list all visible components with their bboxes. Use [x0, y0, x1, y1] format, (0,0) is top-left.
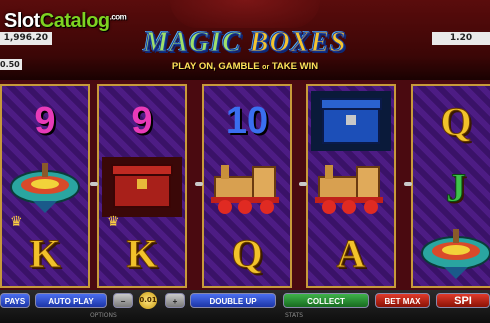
pays-button[interactable]: PAYS [0, 293, 30, 308]
reel-connector [299, 182, 307, 186]
reel-connector [90, 182, 98, 186]
tagline-part-a: PLAY ON, GAMBLE [171, 61, 260, 72]
title-boxes: BOXES [249, 27, 347, 59]
tagline-part-b: TAKE WIN [271, 61, 319, 72]
symbol-number-label: 9 [34, 99, 56, 142]
symbol-number: 10 [204, 88, 290, 154]
reel-1: 9 K ♛ [0, 84, 90, 288]
symbol-letter: A [308, 220, 394, 286]
credit-display: 1,996.20 [0, 32, 52, 45]
coin-minus-button[interactable]: − [113, 293, 133, 308]
stage-arch [170, 0, 320, 28]
reel-connector [195, 182, 203, 186]
crown-icon: ♛ [10, 214, 23, 230]
game-title: MAGIC BOXES [95, 27, 395, 59]
spinning-top-icon [10, 163, 80, 213]
bet-max-button[interactable]: BET MAX [375, 293, 430, 308]
control-bar: PAYS AUTO PLAY − 0.01 + DOUBLE UP COLLEC… [0, 290, 490, 323]
footer-labels: OPTIONS STATS [0, 312, 490, 322]
symbol-letter-label: Q [231, 230, 263, 276]
tagline: PLAY ON, GAMBLE or TAKE WIN [0, 61, 490, 72]
symbol-letter-label: K [29, 230, 61, 276]
options-link[interactable]: OPTIONS [90, 312, 117, 319]
tagline-or: or [262, 64, 270, 71]
symbol-letter: K ♛ [2, 214, 88, 286]
watermark-com: .com [109, 12, 127, 22]
bet-display: 1.20 [432, 32, 490, 45]
toy-train-symbol [204, 154, 290, 220]
reel-4: A [306, 84, 396, 288]
symbol-letter: J [413, 154, 490, 220]
toy-train-icon [315, 165, 383, 214]
symbol-number-label: 9 [131, 99, 153, 142]
symbol-letter: Q [413, 88, 490, 154]
toy-train-icon [211, 165, 279, 214]
coin-plus-button[interactable]: + [165, 293, 185, 308]
spinning-top-symbol [413, 220, 490, 286]
magic-box-symbol [99, 154, 185, 220]
symbol-letter: K ♛ [99, 214, 185, 286]
game-screen: SlotCatalog.com 1,996.20 0.50 1.20 MAGIC… [0, 0, 490, 323]
symbol-letter-label: J [446, 164, 467, 210]
crown-icon: ♛ [107, 214, 120, 230]
symbol-number: 9 [99, 88, 185, 154]
auto-play-button[interactable]: AUTO PLAY [35, 293, 107, 308]
spinning-top-symbol [2, 154, 88, 220]
reel-area: 9 K ♛ 9 K ♛ 10 Q A Q J [0, 80, 490, 290]
symbol-letter: Q [204, 220, 290, 286]
reel-3: 10 Q [202, 84, 292, 288]
treasure-box-icon [102, 157, 182, 217]
header-panel: SlotCatalog.com 1,996.20 0.50 1.20 MAGIC… [0, 0, 490, 80]
watermark-slot: Slot [4, 10, 40, 32]
symbol-letter-label: K [126, 230, 158, 276]
symbol-letter-label: A [336, 230, 366, 276]
reel-connector [404, 182, 412, 186]
symbol-number-label: 10 [225, 99, 269, 142]
blue-box-symbol [308, 88, 394, 154]
reel-5: QJ [411, 84, 490, 288]
reel-2: 9 K ♛ [97, 84, 187, 288]
collect-button[interactable]: COLLECT [283, 293, 369, 308]
toy-train-symbol [308, 154, 394, 220]
spin-button[interactable]: SPI [436, 293, 490, 308]
stats-link[interactable]: STATS [285, 312, 303, 319]
symbol-number: 9 [2, 88, 88, 154]
symbol-letter-label: Q [440, 98, 472, 144]
coin-value-chip: 0.01 [139, 292, 157, 309]
spinning-top-icon [421, 229, 490, 279]
blue-box-icon [311, 91, 391, 151]
title-magic: MAGIC [143, 27, 242, 59]
double-up-button[interactable]: DOUBLE UP [190, 293, 276, 308]
